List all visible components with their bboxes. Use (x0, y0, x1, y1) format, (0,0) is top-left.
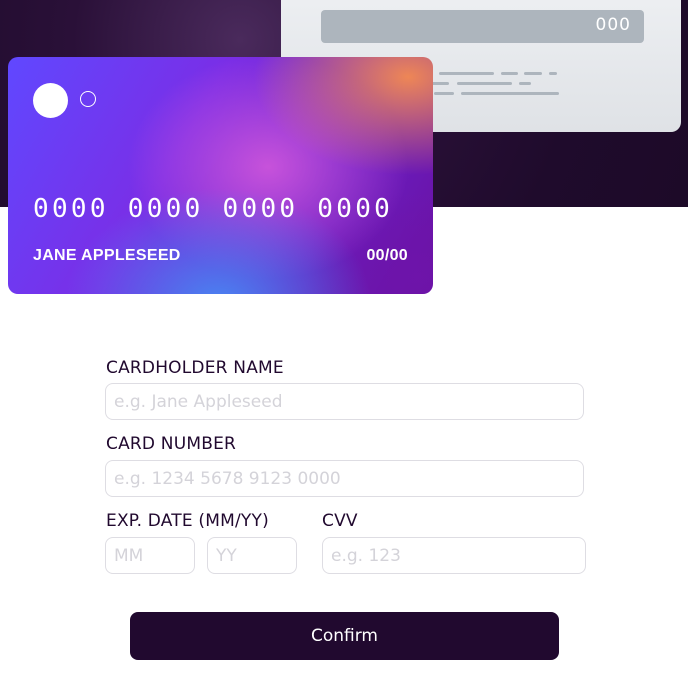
pattern-line (501, 72, 518, 75)
cardholder-name-label: CARDHOLDER NAME (106, 358, 284, 378)
exp-year-input[interactable] (207, 537, 297, 574)
confirm-button[interactable]: Confirm (130, 612, 559, 660)
card-number-label: CARD NUMBER (106, 434, 237, 454)
exp-month-input[interactable] (105, 537, 195, 574)
pattern-line (434, 92, 454, 95)
pattern-line (439, 72, 494, 75)
pattern-line (524, 72, 542, 75)
pattern-line (519, 82, 531, 85)
card-back-pattern (429, 72, 569, 102)
card-back-cvv: 000 (595, 15, 631, 35)
pattern-line (549, 72, 557, 75)
card-front-name: JANE APPLESEED (33, 247, 181, 264)
card-logo-filled-circle-icon (33, 83, 68, 118)
pattern-line (457, 82, 512, 85)
cvv-label: CVV (322, 511, 358, 531)
cvv-strip: 000 (321, 10, 644, 43)
card-front-number: 0000 0000 0000 0000 (33, 194, 394, 224)
card-number-input[interactable] (105, 460, 584, 497)
cvv-input[interactable] (322, 537, 586, 574)
exp-date-label: EXP. DATE (MM/YY) (106, 511, 269, 531)
cardholder-name-input[interactable] (105, 383, 584, 420)
pattern-line (461, 92, 559, 95)
card-front-expiry: 00/00 (366, 247, 408, 264)
card-details-page: 000 0000 0000 0000 0000 JANE APPLESEED 0… (0, 0, 688, 685)
card-logo-outline-circle-icon (80, 91, 96, 107)
card-front: 0000 0000 0000 0000 JANE APPLESEED 00/00 (8, 57, 433, 294)
